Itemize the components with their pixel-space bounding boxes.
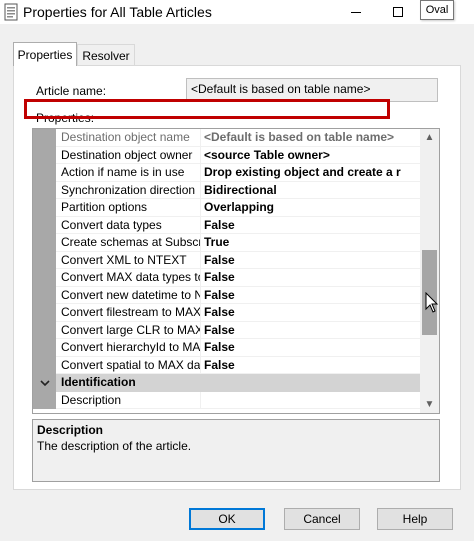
highlight-rectangle: [24, 99, 390, 119]
property-value[interactable]: Bidirectional: [201, 182, 420, 199]
property-name: Synchronization direction: [56, 181, 201, 199]
property-grid-rows: Destination object name <Default is based…: [33, 129, 420, 409]
property-row[interactable]: Convert filestream to MAX False: [33, 304, 420, 322]
description-text: The description of the article.: [37, 439, 192, 453]
property-value[interactable]: False: [201, 339, 420, 357]
property-name: Destination object owner: [56, 146, 201, 164]
property-row[interactable]: Convert data types False: [33, 216, 420, 234]
property-name: Convert XML to NTEXT: [56, 251, 201, 269]
ok-button[interactable]: OK: [189, 508, 265, 530]
property-name: Destination object name: [56, 129, 201, 147]
property-row[interactable]: Convert hierarchyId to MA False: [33, 339, 420, 357]
property-name: Action if name is in use: [56, 164, 201, 182]
category-row-identification[interactable]: Identification: [33, 374, 420, 392]
row-margin: [33, 304, 56, 322]
mouse-cursor-icon: [425, 292, 439, 313]
scroll-up-icon[interactable]: ▲: [420, 129, 439, 146]
minimize-icon: [351, 11, 361, 13]
property-row[interactable]: Destination object owner <source Table ow…: [33, 146, 420, 164]
property-value[interactable]: False: [201, 252, 420, 269]
property-row[interactable]: Partition options Overlapping: [33, 199, 420, 217]
row-margin: [33, 181, 56, 199]
title-bar: Properties for All Table Articles Oval: [0, 0, 474, 24]
property-row[interactable]: Convert MAX data types to False: [33, 269, 420, 287]
description-title: Description: [37, 423, 104, 437]
property-row[interactable]: Destination object name <Default is based…: [33, 129, 420, 147]
row-margin: [33, 164, 56, 182]
window-title: Properties for All Table Articles: [23, 4, 212, 20]
vertical-scrollbar[interactable]: ▲ ▼: [420, 129, 439, 413]
row-margin: [33, 216, 56, 234]
row-margin: [33, 234, 56, 252]
scroll-down-icon[interactable]: ▼: [420, 396, 439, 413]
row-margin: [33, 199, 56, 217]
property-value[interactable]: <Default is based on table name>: [201, 129, 420, 147]
property-value[interactable]: False: [201, 217, 420, 234]
property-value[interactable]: False: [201, 322, 420, 339]
property-value[interactable]: Overlapping: [201, 199, 420, 217]
maximize-button[interactable]: [378, 0, 418, 24]
property-value[interactable]: Drop existing object and create a r: [201, 164, 420, 182]
tab-properties[interactable]: Properties: [13, 42, 77, 66]
maximize-icon: [393, 7, 403, 17]
collapse-chevron-icon[interactable]: [33, 374, 56, 392]
property-name: Description: [56, 391, 201, 409]
tooltip: Oval: [420, 0, 454, 20]
property-name: Convert filestream to MAX: [56, 304, 201, 322]
property-name: Partition options: [56, 199, 201, 217]
property-name: Convert hierarchyId to MA: [56, 339, 201, 357]
property-row[interactable]: Description: [33, 391, 420, 409]
property-name: Convert new datetime to N: [56, 286, 201, 304]
property-name: Convert spatial to MAX dat: [56, 356, 201, 374]
property-value[interactable]: False: [201, 357, 420, 374]
property-value[interactable]: True: [201, 234, 420, 252]
row-margin: [33, 129, 56, 147]
tab-resolver[interactable]: Resolver: [77, 44, 135, 66]
property-grid[interactable]: Destination object name <Default is based…: [32, 128, 440, 414]
row-margin: [33, 391, 56, 409]
property-value[interactable]: <source Table owner>: [201, 147, 420, 164]
property-row[interactable]: Create schemas at Subscr True: [33, 234, 420, 252]
property-row[interactable]: Convert XML to NTEXT False: [33, 251, 420, 269]
row-margin: [33, 339, 56, 357]
property-value[interactable]: False: [201, 287, 420, 304]
row-margin: [33, 251, 56, 269]
properties-window-icon: [4, 3, 18, 21]
property-name: Convert large CLR to MAX: [56, 321, 201, 339]
property-value[interactable]: False: [201, 269, 420, 287]
property-row[interactable]: Convert new datetime to N False: [33, 286, 420, 304]
property-value[interactable]: [201, 392, 420, 409]
property-row[interactable]: Convert spatial to MAX dat False: [33, 356, 420, 374]
row-margin: [33, 146, 56, 164]
row-margin: [33, 321, 56, 339]
property-row[interactable]: Action if name is in use Drop existing ob…: [33, 164, 420, 182]
property-value[interactable]: False: [201, 304, 420, 322]
article-name-label: Article name:: [36, 84, 107, 98]
category-label: Identification: [61, 375, 136, 389]
row-margin: [33, 356, 56, 374]
description-panel: Description The description of the artic…: [32, 419, 440, 482]
row-margin: [33, 286, 56, 304]
properties-tab-panel: Article name: <Default is based on table…: [13, 65, 461, 490]
property-row[interactable]: Synchronization direction Bidirectional: [33, 181, 420, 199]
minimize-button[interactable]: [336, 0, 376, 24]
property-name: Convert data types: [56, 216, 201, 234]
row-margin: [33, 269, 56, 287]
property-name: Create schemas at Subscr: [56, 234, 201, 252]
cancel-button[interactable]: Cancel: [284, 508, 360, 530]
property-row[interactable]: Convert large CLR to MAX False: [33, 321, 420, 339]
help-button[interactable]: Help: [377, 508, 453, 530]
property-name: Convert MAX data types to: [56, 269, 201, 287]
